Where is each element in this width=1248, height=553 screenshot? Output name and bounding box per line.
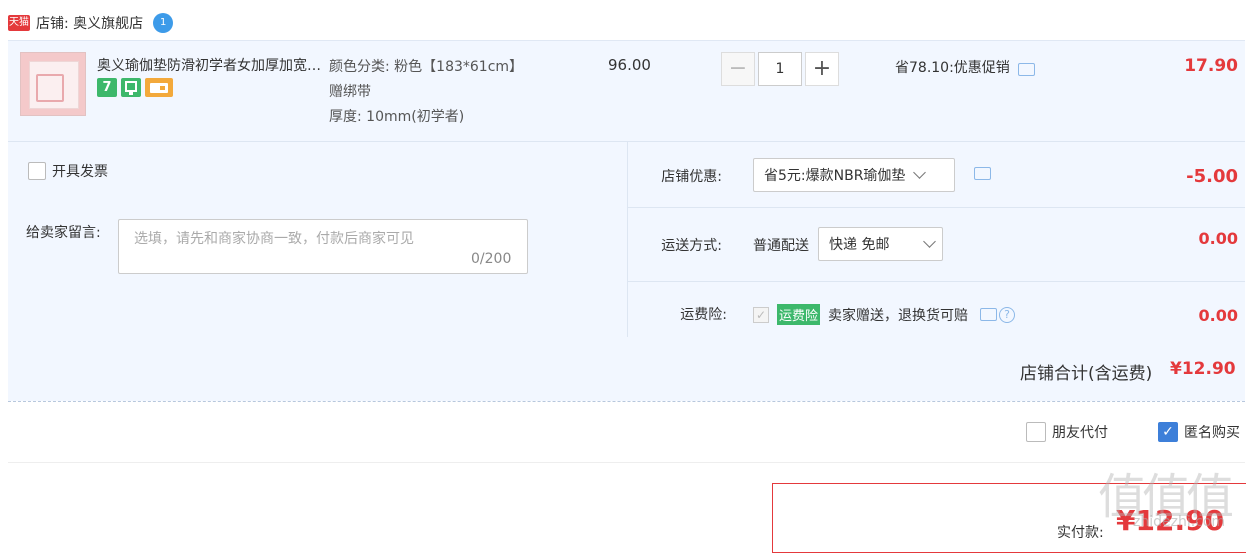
final-payment-label: 实付款:: [1057, 525, 1104, 541]
shop-header: 天猫 店铺: 奥义旗舰店 1: [8, 8, 174, 38]
row-divider: [628, 207, 1245, 208]
wangwang-chat-icon[interactable]: 1: [153, 13, 174, 33]
friend-pay-checkbox[interactable]: [1026, 422, 1046, 442]
shipping-method-value: 快递 免邮: [829, 237, 890, 253]
product-thumbnail[interactable]: [20, 52, 86, 116]
anonymous-label[interactable]: 匿名购买: [1184, 422, 1240, 442]
shop-discount-value: 省5元:爆款NBR瑜伽垫: [764, 168, 906, 184]
shipping-method-select[interactable]: 快递 免邮: [818, 227, 943, 261]
item-subtotal: 17.90: [1184, 56, 1238, 76]
message-placeholder: 选填，请先和商家协商一致，付款后商家可见: [134, 231, 414, 247]
row-divider: [628, 281, 1245, 282]
shipping-amount: 0.00: [1198, 229, 1238, 248]
tmall-logo-icon: 天猫: [8, 15, 30, 31]
insurance-checkbox: ✓: [753, 306, 769, 323]
shipping-type: 普通配送: [753, 238, 809, 254]
watermark-url: zhidezhi.com: [1133, 514, 1226, 530]
insurance-label: 运费险:: [680, 307, 727, 323]
insurance-option: ✓ 运费险 卖家赠送，退换货可赔 ?: [753, 304, 1016, 325]
sku-info: 颜色分类: 粉色【183*61cm】 赠绑带 厚度: 10mm(初学者): [329, 55, 523, 130]
quantity-decrease-button[interactable]: −: [721, 52, 755, 86]
divider: [8, 462, 1245, 463]
promotion: 省78.10:优惠促销: [895, 57, 1035, 77]
shop-discount-label: 店铺优惠:: [661, 169, 722, 185]
invoice-checkbox[interactable]: [28, 162, 46, 180]
friend-pay-label[interactable]: 朋友代付: [1052, 422, 1108, 442]
service-icons: 7: [97, 78, 173, 97]
promotion-text: 省78.10:优惠促销: [895, 60, 1010, 76]
quantity-input[interactable]: 1: [758, 52, 802, 86]
sku-thickness: 厚度: 10mm(初学者): [329, 109, 465, 125]
help-icon[interactable]: ?: [999, 306, 1016, 323]
chevron-down-icon: [923, 235, 936, 248]
quantity-increase-button[interactable]: +: [805, 52, 839, 86]
invoice-label: 开具发票: [52, 164, 108, 180]
invoice-option[interactable]: 开具发票: [28, 161, 108, 181]
dashed-divider: [8, 401, 1245, 402]
shop-total-label: 店铺合计(含运费): [1020, 364, 1153, 384]
anonymous-checkbox[interactable]: ✓: [1158, 422, 1178, 442]
shop-discount-amount: -5.00: [1186, 166, 1238, 187]
shop-discount-select[interactable]: 省5元:爆款NBR瑜伽垫: [753, 158, 955, 192]
chevron-down-icon: [913, 166, 927, 179]
insurance-text: 卖家赠送，退换货可赔: [828, 307, 969, 324]
guarantee-icon: [121, 78, 141, 97]
payment-options: 朋友代付 ✓ 匿名购买: [1026, 422, 1240, 442]
unit-price: 96.00: [608, 56, 651, 74]
sku-color: 颜色分类: 粉色【183*61cm】: [329, 59, 524, 75]
product-title[interactable]: 奥义瑜伽垫防滑初学者女加厚加宽加长: [97, 55, 325, 75]
insurance-amount: 0.00: [1198, 306, 1238, 325]
chat-bubble-icon[interactable]: [974, 167, 991, 180]
shop-name[interactable]: 店铺: 奥义旗舰店: [36, 13, 143, 33]
sku-gift: 赠绑带: [329, 84, 371, 100]
seven-day-return-icon: 7: [97, 78, 117, 97]
quantity-stepper: − 1 +: [721, 52, 839, 86]
chat-bubble-icon[interactable]: [1017, 62, 1035, 76]
message-char-count: 0/200: [471, 251, 512, 267]
insurance-badge: 运费险: [777, 304, 821, 325]
shipping-label: 运送方式:: [661, 238, 722, 254]
shop-total-value: ¥12.90: [1170, 359, 1236, 379]
message-label: 给卖家留言:: [26, 225, 101, 241]
chat-bubble-icon[interactable]: [980, 308, 998, 321]
credit-card-icon: [145, 78, 173, 97]
